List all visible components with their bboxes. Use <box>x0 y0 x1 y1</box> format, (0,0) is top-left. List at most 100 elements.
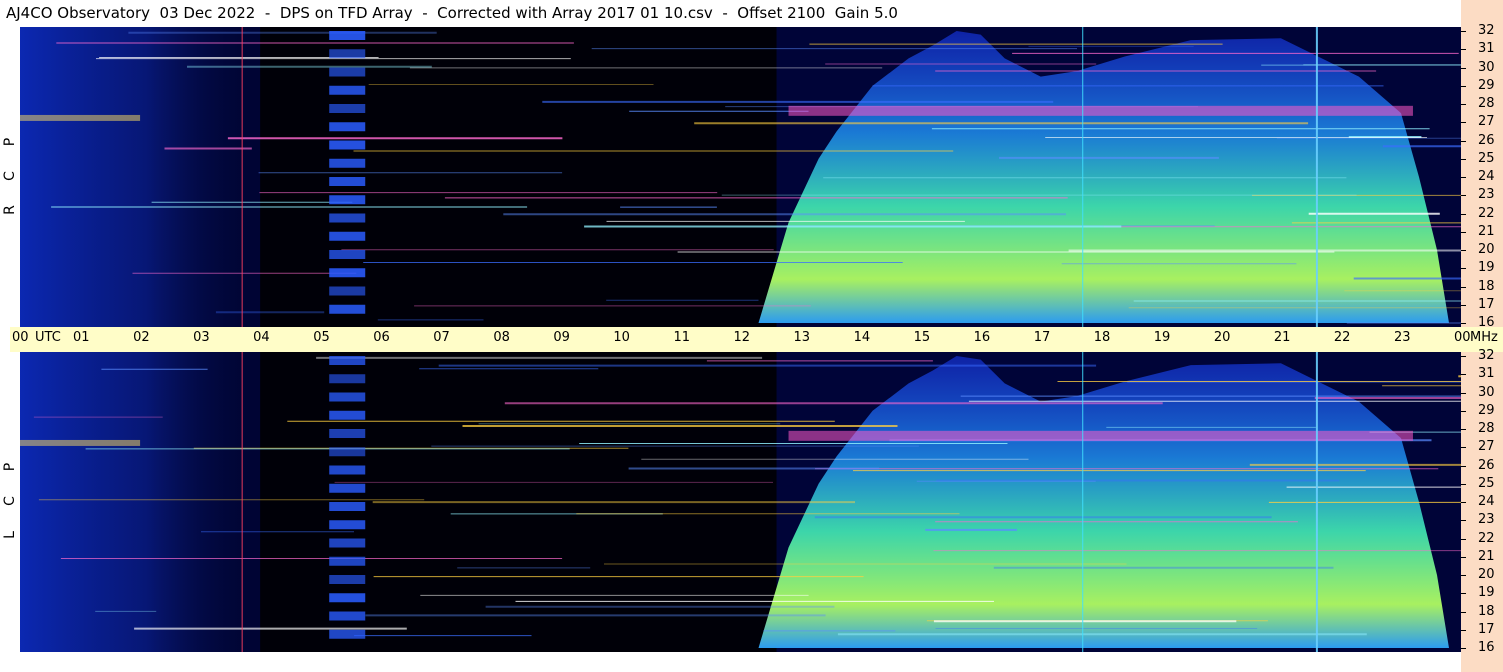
morning-noise <box>20 27 273 327</box>
interference-block <box>329 356 366 365</box>
frequency-tick-label: 29 <box>1478 402 1495 418</box>
frequency-tick <box>1461 304 1466 306</box>
frequency-tick-label: 24 <box>1478 494 1495 509</box>
channel-letter: P <box>2 137 18 147</box>
utc-tick-label: 13 <box>793 330 811 345</box>
utc-tick-label: 08 <box>493 330 510 345</box>
utc-tick-label: 18 <box>1093 330 1111 345</box>
utc-tick-label: 07 <box>433 330 450 345</box>
frequency-tick <box>1461 374 1466 376</box>
frequency-tick <box>1461 410 1466 412</box>
frequency-tick <box>1461 213 1466 215</box>
utc-tick-label: 00 <box>12 330 29 345</box>
frequency-tick <box>1461 231 1466 233</box>
utc-tick-label: 16 <box>973 330 991 345</box>
utc-tick-label: 00 <box>1454 330 1471 345</box>
spectrogram-lcp <box>20 352 1461 652</box>
utc-tick-label: 06 <box>373 330 390 345</box>
frequency-tick <box>1461 67 1466 69</box>
frequency-tick-label: 26 <box>1478 457 1495 473</box>
frequency-tick <box>1461 593 1466 595</box>
utc-tick-label: 15 <box>913 330 931 345</box>
interference-block <box>329 122 366 132</box>
interference-block <box>329 268 366 278</box>
frequency-tick <box>1461 538 1466 540</box>
frequency-tick-label: 21 <box>1478 223 1495 239</box>
frequency-tick-label: 20 <box>1478 567 1495 582</box>
utc-tick-label: 22 <box>1333 330 1351 345</box>
channel-letter: P <box>2 462 18 472</box>
frequency-tick-label: 28 <box>1478 421 1495 436</box>
utc-tick-label: 03 <box>193 330 210 345</box>
band-27mhz <box>788 430 1413 441</box>
mhz-label: MHz <box>1470 330 1498 345</box>
frequency-tick <box>1461 268 1466 270</box>
frequency-tick <box>1461 356 1466 357</box>
channel-letter: L <box>2 531 18 539</box>
frequency-tick <box>1461 465 1466 467</box>
frequency-tick <box>1461 392 1466 394</box>
frequency-tick-label: 21 <box>1478 548 1495 564</box>
band-27mhz-morning <box>20 114 141 121</box>
frequency-tick-label: 25 <box>1478 475 1495 491</box>
frequency-tick-label: 27 <box>1478 114 1495 130</box>
interference-block <box>329 374 366 384</box>
frequency-tick-label: 19 <box>1478 585 1495 601</box>
frequency-tick <box>1461 122 1466 124</box>
frequency-tick-label: 18 <box>1478 278 1495 294</box>
frequency-tick-label: 28 <box>1478 96 1495 111</box>
interference-block <box>329 593 366 603</box>
frequency-tick <box>1461 177 1466 178</box>
utc-tick-label: 23 <box>1393 330 1411 345</box>
frequency-tick-label: 17 <box>1478 621 1495 637</box>
channel-letter: C <box>2 496 18 506</box>
interference-block <box>329 231 366 241</box>
interference-block <box>329 177 366 186</box>
interference-block <box>329 575 366 584</box>
interference-block <box>329 250 366 259</box>
frequency-tick <box>1461 195 1466 197</box>
channel-letter: R <box>2 205 18 215</box>
interference-block <box>329 213 366 223</box>
interference-block <box>329 140 366 150</box>
frequency-tick-label: 31 <box>1478 366 1495 382</box>
frequency-tick <box>1461 520 1466 522</box>
frequency-tick-label: 18 <box>1478 603 1495 619</box>
frequency-tick-label: 16 <box>1478 315 1495 330</box>
utc-tick-label: 12 <box>733 330 751 345</box>
frequency-tick <box>1461 323 1466 324</box>
spectrogram-rcp <box>20 27 1461 327</box>
chart-title: AJ4CO Observatory 03 Dec 2022 - DPS on T… <box>0 0 1467 27</box>
interference-block <box>329 158 366 168</box>
frequency-tick-label: 26 <box>1478 132 1495 148</box>
interference-block <box>329 447 366 457</box>
frequency-tick <box>1461 556 1466 558</box>
frequency-tick-label: 27 <box>1478 439 1495 455</box>
utc-tick-label: 20 <box>1213 330 1231 345</box>
band-27mhz-morning <box>20 439 141 446</box>
frequency-tick-label: 23 <box>1478 187 1495 203</box>
interference-block <box>329 502 366 511</box>
interference-block <box>329 538 366 548</box>
utc-tick-label: 04 <box>253 330 270 345</box>
spectrogram-rcp-canvas <box>20 27 1461 327</box>
frequency-tick <box>1461 85 1466 87</box>
interference-block <box>329 483 366 493</box>
interference-block <box>329 520 366 530</box>
frequency-tick-label: 32 <box>1478 23 1495 38</box>
utc-tick-label: 02 <box>133 330 150 345</box>
frequency-tick-label: 29 <box>1478 77 1495 93</box>
frequency-tick <box>1461 250 1466 251</box>
utc-tick-label: 10 <box>613 330 630 345</box>
frequency-tick-label: 20 <box>1478 242 1495 257</box>
utc-tick-label: 14 <box>853 330 871 345</box>
utc-tick-label: 09 <box>553 330 570 345</box>
interference-block <box>329 392 366 402</box>
frequency-tick <box>1461 502 1466 503</box>
utc-tick-label: 11 <box>673 330 690 345</box>
interference-block <box>329 556 366 566</box>
frequency-tick <box>1461 31 1466 32</box>
frequency-tick-label: 30 <box>1478 384 1495 400</box>
frequency-tick <box>1461 158 1466 160</box>
band-27mhz <box>788 105 1413 116</box>
